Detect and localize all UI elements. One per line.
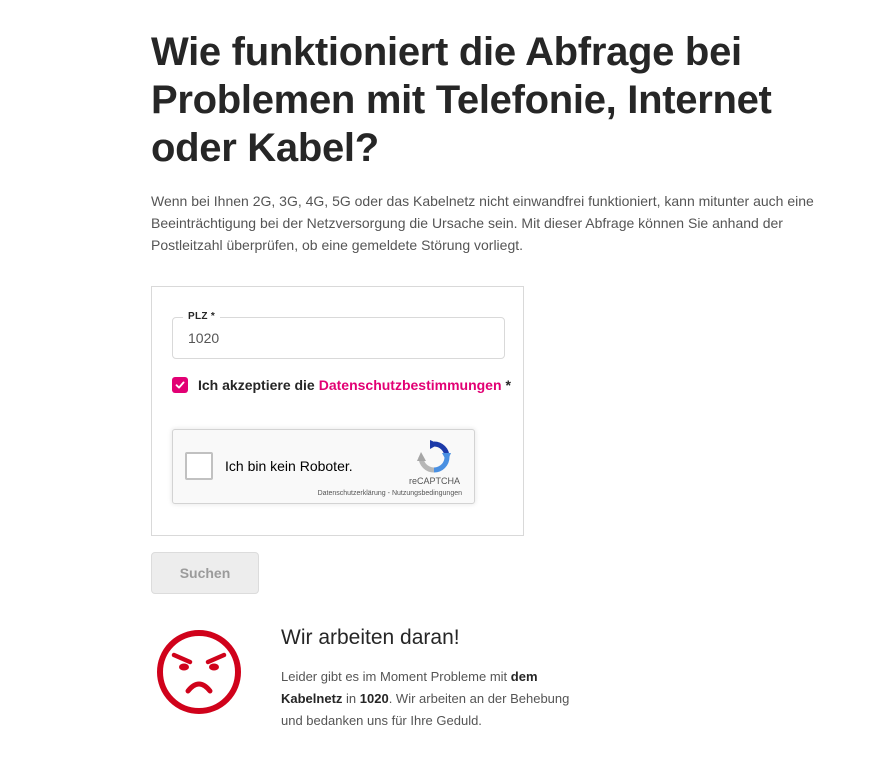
recaptcha-privacy-link[interactable]: Datenschutzerklärung <box>318 490 386 497</box>
privacy-consent: Ich akzeptiere die Datenschutzbestimmung… <box>172 377 511 393</box>
required-marker: * <box>505 377 511 393</box>
recaptcha-widget: Ich bin kein Roboter. reCAPTCHA Datensch… <box>172 429 475 504</box>
page: Wie funktioniert die Abfrage bei Problem… <box>0 0 873 771</box>
status-title: Wir arbeiten daran! <box>281 626 460 649</box>
recaptcha-checkbox[interactable] <box>185 452 213 480</box>
intro-text: Wenn bei Ihnen 2G, 3G, 4G, 5G oder das K… <box>151 193 814 253</box>
status-text-2: in <box>346 691 357 706</box>
sad-face-icon <box>157 630 241 714</box>
privacy-policy-link[interactable]: Datenschutzbestimmungen <box>319 377 502 393</box>
recaptcha-brand: reCAPTCHA <box>408 476 460 486</box>
recaptcha-links: Datenschutzerklärung - Nutzungsbedingung… <box>318 490 462 497</box>
recaptcha-terms-link[interactable]: Nutzungsbedingungen <box>392 490 462 497</box>
consent-text: Ich akzeptiere die <box>198 377 315 393</box>
plz-field[interactable]: PLZ * <box>172 310 505 359</box>
query-form: PLZ * Ich akzeptiere die Datenschutzbest… <box>151 286 524 536</box>
recaptcha-separator: - <box>387 490 390 497</box>
page-title: Wie funktioniert die Abfrage bei Problem… <box>151 30 772 170</box>
privacy-checkbox[interactable] <box>172 377 188 393</box>
search-button[interactable]: Suchen <box>151 552 259 594</box>
status-message: Leider gibt es im Moment Probleme mit de… <box>281 666 581 732</box>
status-text-1: Leider gibt es im Moment Probleme mit <box>281 669 508 684</box>
recaptcha-label: Ich bin kein Roboter. <box>225 458 353 474</box>
recaptcha-logo-icon <box>417 440 451 473</box>
plz-input[interactable] <box>173 318 504 358</box>
checkmark-icon <box>175 381 185 389</box>
status-plz: 1020 <box>359 691 389 706</box>
